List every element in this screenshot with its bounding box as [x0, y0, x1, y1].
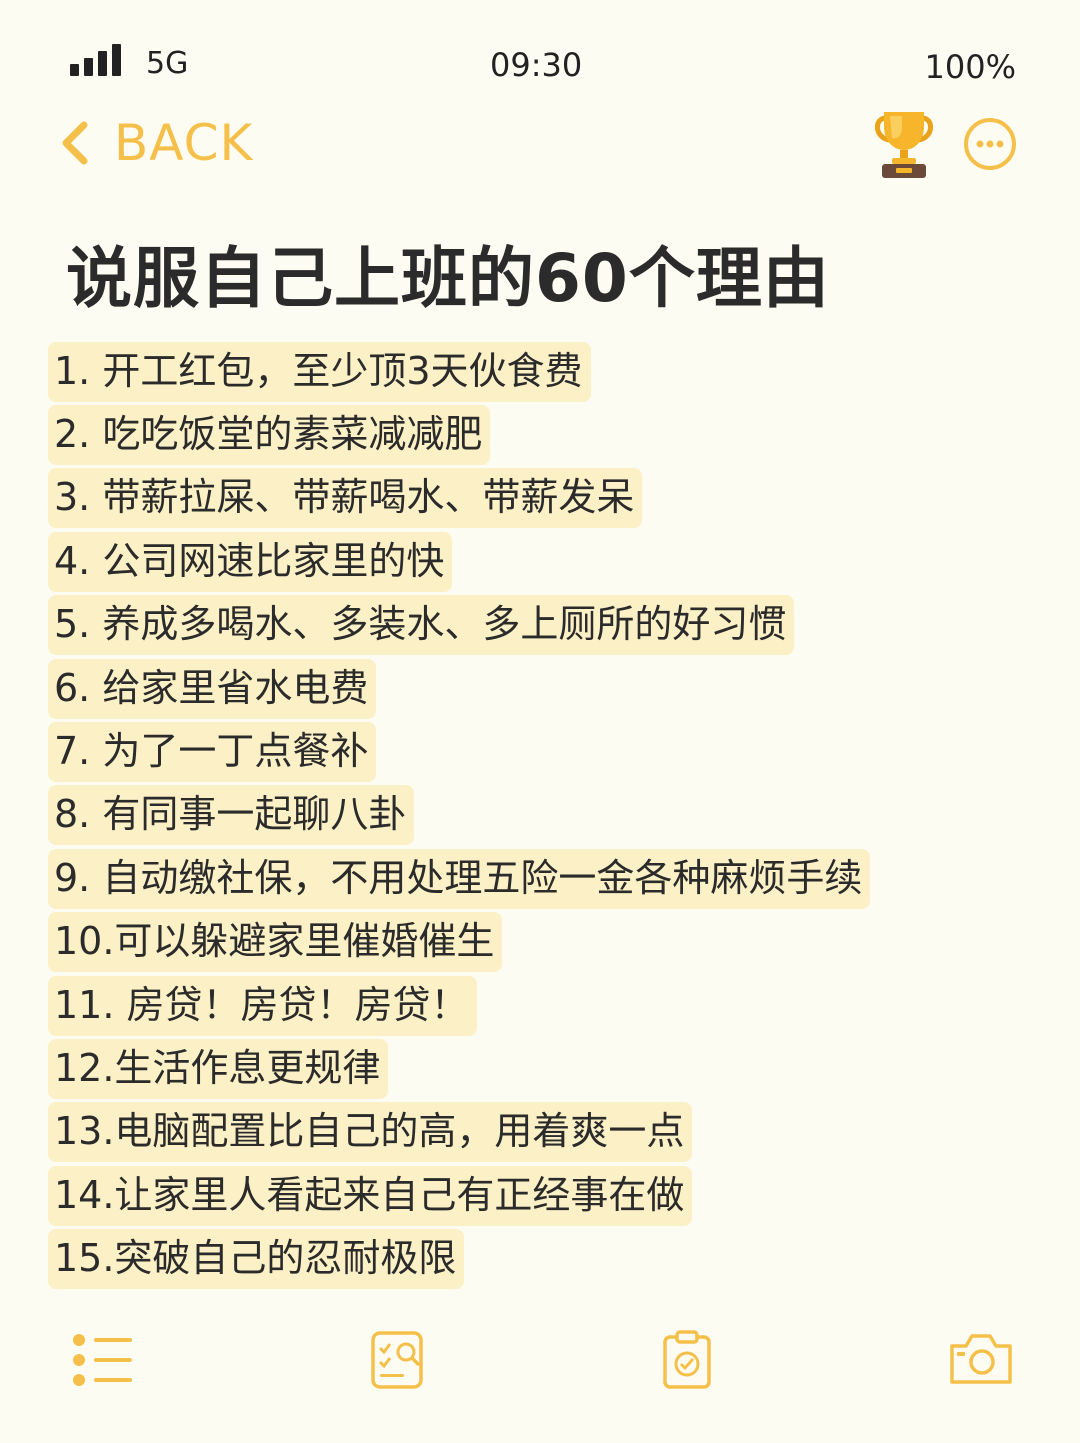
list-item: 3. 带薪拉屎、带薪喝水、带薪发呆 — [48, 467, 870, 530]
list-item: 1. 开工红包，至少顶3天伙食费 — [48, 340, 870, 403]
clipboard-check-icon[interactable] — [662, 1330, 712, 1394]
status-time: 09:30 — [490, 46, 583, 84]
reason-text: 3. 带薪拉屎、带薪喝水、带薪发呆 — [48, 468, 643, 529]
list-item: 15.突破自己的忍耐极限 — [48, 1227, 870, 1290]
reason-text: 9. 自动缴社保，不用处理五险一金各种麻烦手续 — [48, 848, 871, 909]
status-bar: 5G 09:30 100% — [0, 38, 1080, 94]
reason-text: 7. 为了一丁点餐补 — [48, 722, 377, 783]
reason-text: 4. 公司网速比家里的快 — [48, 531, 453, 592]
page-title: 说服自己上班的60个理由 — [66, 240, 830, 317]
list-item: 11. 房贷！房贷！房贷！ — [48, 974, 870, 1037]
reason-text: 11. 房贷！房贷！房贷！ — [48, 975, 477, 1036]
reason-text: 2. 吃吃饭堂的素菜减减肥 — [48, 405, 491, 466]
signal-icon — [70, 44, 126, 76]
reason-text: 8. 有同事一起聊八卦 — [48, 785, 415, 846]
reason-text: 1. 开工红包，至少顶3天伙食费 — [48, 341, 591, 402]
list-item: 5. 养成多喝水、多装水、多上厕所的好习惯 — [48, 594, 870, 657]
list-item: 6. 给家里省水电费 — [48, 657, 870, 720]
bottom-toolbar — [0, 1330, 1080, 1410]
trophy-icon[interactable] — [872, 108, 936, 180]
reason-text: 15.突破自己的忍耐极限 — [48, 1229, 465, 1290]
back-button[interactable]: BACK — [60, 108, 253, 178]
list-icon[interactable] — [72, 1330, 134, 1394]
reason-text: 14.让家里人看起来自己有正经事在做 — [48, 1165, 693, 1226]
list-item: 10.可以躲避家里催婚催生 — [48, 911, 870, 974]
reason-text: 5. 养成多喝水、多装水、多上厕所的好习惯 — [48, 595, 795, 656]
more-icon[interactable] — [963, 117, 1017, 171]
list-item: 4. 公司网速比家里的快 — [48, 530, 870, 593]
list-item: 9. 自动缴社保，不用处理五险一金各种麻烦手续 — [48, 847, 871, 910]
list-item: 8. 有同事一起聊八卦 — [48, 784, 870, 847]
checklist-search-icon[interactable] — [370, 1330, 426, 1394]
nav-bar: BACK — [0, 104, 1080, 184]
battery-level: 100% — [924, 48, 1016, 86]
chevron-left-icon — [60, 121, 90, 165]
list-item: 13.电脑配置比自己的高，用着爽一点 — [48, 1101, 870, 1164]
camera-icon[interactable] — [948, 1330, 1014, 1390]
reason-text: 13.电脑配置比自己的高，用着爽一点 — [48, 1102, 693, 1163]
reason-text: 6. 给家里省水电费 — [48, 658, 377, 719]
network-type: 5G — [146, 46, 189, 81]
list-item: 12.生活作息更规律 — [48, 1037, 870, 1100]
list-item: 7. 为了一丁点餐补 — [48, 720, 870, 783]
reason-text: 12.生活作息更规律 — [48, 1038, 389, 1099]
list-item: 14.让家里人看起来自己有正经事在做 — [48, 1164, 870, 1227]
list-item: 2. 吃吃饭堂的素菜减减肥 — [48, 403, 870, 466]
reason-text: 10.可以躲避家里催婚催生 — [48, 912, 503, 973]
reasons-list: 1. 开工红包，至少顶3天伙食费 2. 吃吃饭堂的素菜减减肥 3. 带薪拉屎、带… — [48, 340, 871, 1291]
back-label: BACK — [114, 114, 254, 172]
